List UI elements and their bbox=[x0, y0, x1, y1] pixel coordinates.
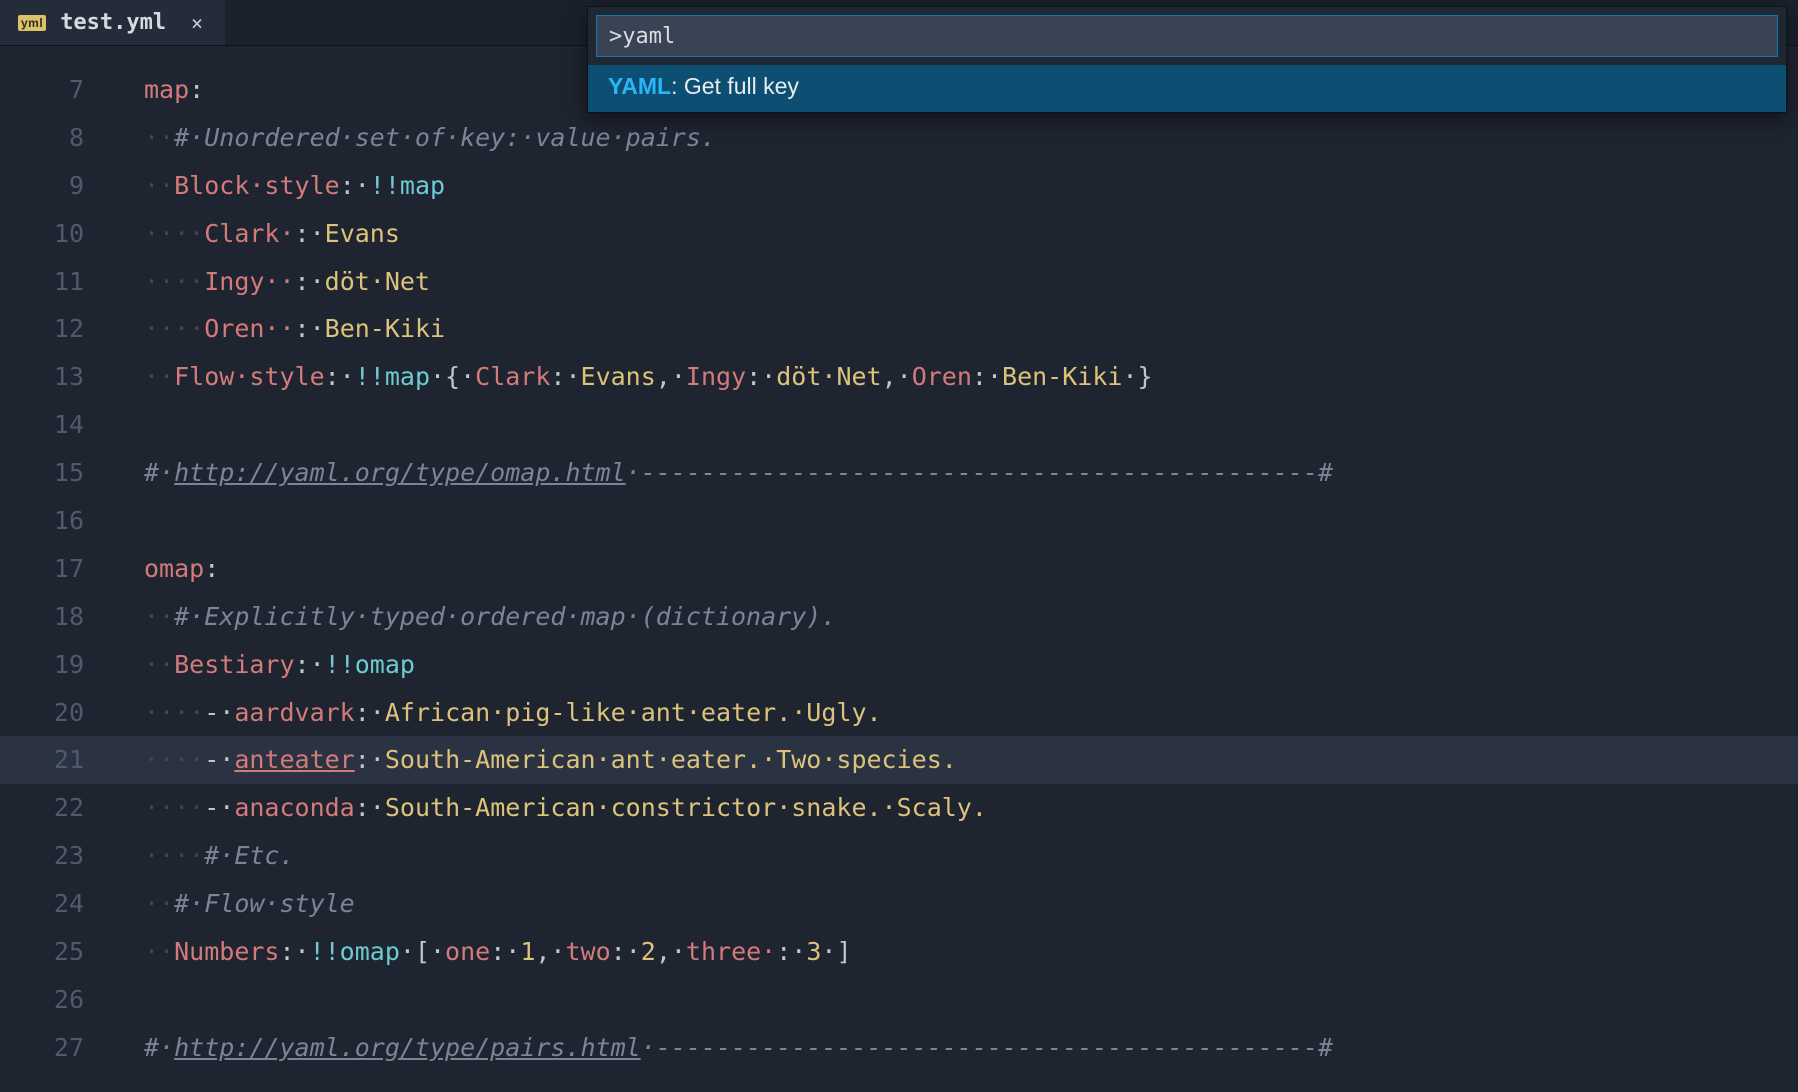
editor-line[interactable]: 14 bbox=[0, 401, 1798, 449]
editor-line[interactable]: 23····#·Etc. bbox=[0, 832, 1798, 880]
command-palette: YAML: Get full key bbox=[587, 6, 1787, 113]
editor-line[interactable]: 18··#·Explicitly·typed·ordered·map·(dict… bbox=[0, 593, 1798, 641]
line-number: 21 bbox=[0, 736, 108, 784]
editor[interactable]: 7map:8··#·Unordered·set·of·key:·value·pa… bbox=[0, 66, 1798, 1092]
line-number: 9 bbox=[0, 162, 108, 210]
line-content[interactable]: ····-·anaconda:·South-American·constrict… bbox=[108, 784, 987, 832]
tab-test-yml[interactable]: yml test.yml × bbox=[0, 0, 225, 45]
line-number: 22 bbox=[0, 784, 108, 832]
editor-line[interactable]: 13··Flow·style:·!!map·{·Clark:·Evans,·In… bbox=[0, 353, 1798, 401]
line-number: 25 bbox=[0, 928, 108, 976]
editor-line[interactable]: 27#·http://yaml.org/type/pairs.html·----… bbox=[0, 1024, 1798, 1072]
line-number: 11 bbox=[0, 258, 108, 306]
line-content[interactable]: map: bbox=[108, 66, 204, 114]
line-content[interactable]: ··#·Unordered·set·of·key:·value·pairs. bbox=[108, 114, 716, 162]
editor-line[interactable]: 26 bbox=[0, 976, 1798, 1024]
command-palette-item[interactable]: YAML: Get full key bbox=[588, 65, 1786, 112]
line-content[interactable]: ··#·Explicitly·typed·ordered·map·(dictio… bbox=[108, 593, 836, 641]
command-palette-item-label: : Get full key bbox=[671, 73, 799, 99]
line-content[interactable]: ····#·Etc. bbox=[108, 832, 295, 880]
editor-line[interactable]: 22····-·anaconda:·South-American·constri… bbox=[0, 784, 1798, 832]
editor-line[interactable]: 12····Oren··:·Ben-Kiki bbox=[0, 305, 1798, 353]
line-number: 8 bbox=[0, 114, 108, 162]
line-number: 15 bbox=[0, 449, 108, 497]
line-content[interactable]: ····Clark·:·Evans bbox=[108, 210, 400, 258]
editor-line[interactable]: 24··#·Flow·style bbox=[0, 880, 1798, 928]
line-number: 20 bbox=[0, 689, 108, 737]
line-content[interactable]: #·http://yaml.org/type/pairs.html·------… bbox=[108, 1024, 1333, 1072]
editor-line[interactable]: 19··Bestiary:·!!omap bbox=[0, 641, 1798, 689]
line-content[interactable]: ····Oren··:·Ben-Kiki bbox=[108, 305, 445, 353]
close-icon[interactable]: × bbox=[187, 11, 207, 35]
line-content[interactable]: ··Flow·style:·!!map·{·Clark:·Evans,·Ingy… bbox=[108, 353, 1153, 401]
editor-line[interactable]: 16 bbox=[0, 497, 1798, 545]
editor-line[interactable]: 21····-·anteater:·South-American·ant·eat… bbox=[0, 736, 1798, 784]
line-number: 12 bbox=[0, 305, 108, 353]
command-palette-input[interactable] bbox=[596, 15, 1778, 57]
editor-line[interactable]: 15#·http://yaml.org/type/omap.html·-----… bbox=[0, 449, 1798, 497]
line-content[interactable]: ····Ingy··:·döt·Net bbox=[108, 258, 430, 306]
line-content[interactable]: ··#·Flow·style bbox=[108, 880, 355, 928]
line-number: 7 bbox=[0, 66, 108, 114]
line-number: 17 bbox=[0, 545, 108, 593]
line-number: 24 bbox=[0, 880, 108, 928]
line-number: 26 bbox=[0, 976, 108, 1024]
line-number: 16 bbox=[0, 497, 108, 545]
tab-title: test.yml bbox=[60, 10, 173, 35]
line-content[interactable] bbox=[108, 976, 159, 1024]
editor-line[interactable]: 8··#·Unordered·set·of·key:·value·pairs. bbox=[0, 114, 1798, 162]
line-content[interactable]: ····-·aardvark:·African·pig-like·ant·eat… bbox=[108, 689, 882, 737]
line-number: 18 bbox=[0, 593, 108, 641]
editor-line[interactable]: 11····Ingy··:·döt·Net bbox=[0, 258, 1798, 306]
line-content[interactable] bbox=[108, 401, 159, 449]
line-content[interactable]: ··Numbers:·!!omap·[·one:·1,·two:·2,·thre… bbox=[108, 928, 852, 976]
editor-line[interactable]: 20····-·aardvark:·African·pig-like·ant·e… bbox=[0, 689, 1798, 737]
yaml-file-icon: yml bbox=[18, 15, 46, 31]
line-number: 14 bbox=[0, 401, 108, 449]
editor-line[interactable]: 10····Clark·:·Evans bbox=[0, 210, 1798, 258]
line-content[interactable]: ····-·anteater:·South-American·ant·eater… bbox=[108, 736, 957, 784]
line-number: 19 bbox=[0, 641, 108, 689]
line-number: 13 bbox=[0, 353, 108, 401]
editor-line[interactable]: 17omap: bbox=[0, 545, 1798, 593]
line-number: 23 bbox=[0, 832, 108, 880]
line-content[interactable]: ··Bestiary:·!!omap bbox=[108, 641, 415, 689]
line-content[interactable] bbox=[108, 497, 159, 545]
line-content[interactable]: ··Block·style:·!!map bbox=[108, 162, 445, 210]
editor-line[interactable]: 25··Numbers:·!!omap·[·one:·1,·two:·2,·th… bbox=[0, 928, 1798, 976]
editor-line[interactable]: 9··Block·style:·!!map bbox=[0, 162, 1798, 210]
line-number: 27 bbox=[0, 1024, 108, 1072]
line-content[interactable]: #·http://yaml.org/type/omap.html·-------… bbox=[108, 449, 1333, 497]
line-number: 10 bbox=[0, 210, 108, 258]
line-content[interactable]: omap: bbox=[108, 545, 219, 593]
command-palette-item-match: YAML bbox=[608, 73, 671, 99]
